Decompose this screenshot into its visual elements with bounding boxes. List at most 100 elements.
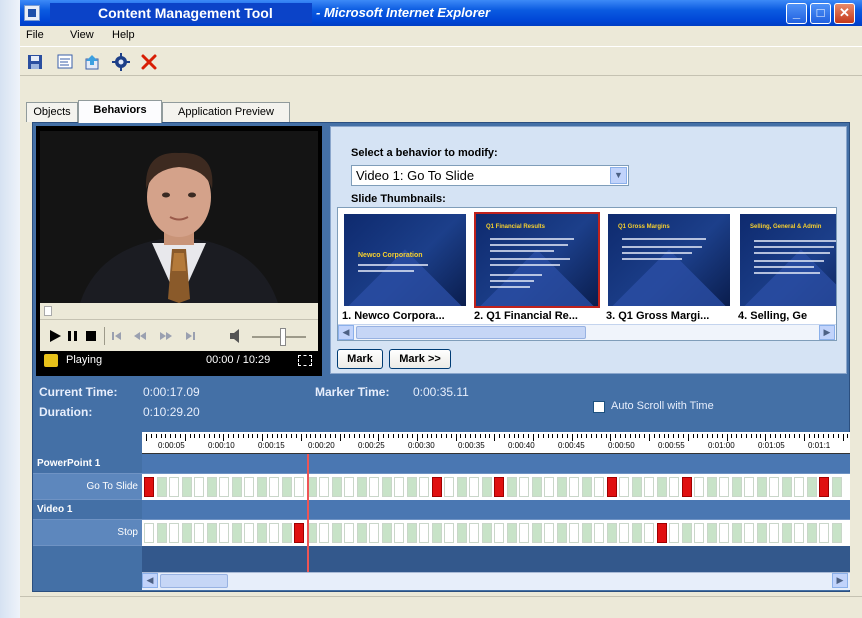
track-stop[interactable] bbox=[142, 520, 850, 546]
track-segment[interactable] bbox=[556, 477, 567, 497]
track-segment[interactable] bbox=[769, 477, 779, 497]
track-segment[interactable] bbox=[419, 523, 429, 543]
track-segment[interactable] bbox=[444, 477, 454, 497]
track-segment[interactable] bbox=[594, 477, 604, 497]
track-segment[interactable] bbox=[219, 477, 229, 497]
track-segment[interactable] bbox=[206, 477, 217, 497]
track-segment[interactable] bbox=[494, 523, 504, 543]
track-segment[interactable] bbox=[269, 477, 279, 497]
pause-icon[interactable] bbox=[66, 329, 80, 343]
scroll-thumb[interactable] bbox=[160, 574, 228, 588]
publish-icon[interactable] bbox=[84, 53, 102, 71]
track-segment[interactable] bbox=[669, 523, 679, 543]
chevron-down-icon[interactable]: ▼ bbox=[610, 167, 627, 184]
track-segment[interactable] bbox=[469, 477, 479, 497]
behavior-marker[interactable] bbox=[606, 477, 617, 497]
track-segment[interactable] bbox=[556, 523, 567, 543]
track-segment[interactable] bbox=[394, 477, 404, 497]
behavior-marker[interactable] bbox=[294, 523, 304, 543]
fullscreen-icon[interactable] bbox=[298, 355, 312, 366]
track-segment[interactable] bbox=[381, 477, 392, 497]
track-segment[interactable] bbox=[506, 523, 517, 543]
track-segment[interactable] bbox=[369, 477, 379, 497]
track-segment[interactable] bbox=[381, 523, 392, 543]
behavior-marker[interactable] bbox=[819, 477, 829, 497]
mark-button[interactable]: Mark bbox=[337, 349, 383, 369]
track-segment[interactable] bbox=[356, 523, 367, 543]
track-segment[interactable] bbox=[644, 477, 654, 497]
track-segment[interactable] bbox=[156, 477, 167, 497]
track-segment[interactable] bbox=[231, 477, 242, 497]
behavior-marker[interactable] bbox=[431, 477, 442, 497]
track-segment[interactable] bbox=[181, 477, 192, 497]
playhead-cursor[interactable] bbox=[307, 454, 309, 572]
track-segment[interactable] bbox=[706, 477, 717, 497]
track-segment[interactable] bbox=[506, 477, 517, 497]
track-segment[interactable] bbox=[694, 477, 704, 497]
track-segment[interactable] bbox=[619, 523, 629, 543]
maximize-button[interactable]: □ bbox=[810, 3, 831, 24]
track-segment[interactable] bbox=[181, 523, 192, 543]
track-segment[interactable] bbox=[481, 477, 492, 497]
settings-icon[interactable] bbox=[112, 53, 130, 71]
track-segment[interactable] bbox=[619, 477, 629, 497]
volume-icon[interactable] bbox=[228, 327, 244, 345]
menu-help[interactable]: Help bbox=[112, 29, 135, 41]
track-segment[interactable] bbox=[531, 523, 542, 543]
mark-next-button[interactable]: Mark >> bbox=[389, 349, 451, 369]
track-segment[interactable] bbox=[394, 523, 404, 543]
track-segment[interactable] bbox=[331, 477, 342, 497]
track-segment[interactable] bbox=[169, 477, 179, 497]
track-segment[interactable] bbox=[806, 523, 817, 543]
track-segment[interactable] bbox=[781, 523, 792, 543]
slide-thumbnail-1[interactable]: Newco Corporation bbox=[342, 212, 468, 308]
menu-file[interactable]: File bbox=[26, 29, 44, 41]
track-segment[interactable] bbox=[681, 523, 692, 543]
track-segment[interactable] bbox=[331, 523, 342, 543]
track-segment[interactable] bbox=[831, 477, 842, 497]
slide-thumbnail-4[interactable]: Selling, General & Admin bbox=[738, 212, 836, 308]
track-segment[interactable] bbox=[481, 523, 492, 543]
save-icon[interactable] bbox=[26, 53, 44, 71]
track-segment[interactable] bbox=[219, 523, 229, 543]
track-segment[interactable] bbox=[719, 477, 729, 497]
track-segment[interactable] bbox=[631, 477, 642, 497]
minimize-button[interactable]: _ bbox=[786, 3, 807, 24]
track-segment[interactable] bbox=[456, 523, 467, 543]
track-segment[interactable] bbox=[694, 523, 704, 543]
autoscroll-checkbox[interactable] bbox=[593, 401, 605, 413]
track-segment[interactable] bbox=[144, 523, 154, 543]
track-segment[interactable] bbox=[831, 523, 842, 543]
track-segment[interactable] bbox=[731, 523, 742, 543]
track-segment[interactable] bbox=[631, 523, 642, 543]
track-segment[interactable] bbox=[581, 523, 592, 543]
scroll-right-icon[interactable]: ▶ bbox=[832, 573, 848, 588]
tab-objects[interactable]: Objects bbox=[26, 102, 78, 122]
track-segment[interactable] bbox=[719, 523, 729, 543]
track-segment[interactable] bbox=[581, 477, 592, 497]
scroll-left-icon[interactable]: ◀ bbox=[338, 325, 354, 340]
track-segment[interactable] bbox=[444, 523, 454, 543]
behavior-marker[interactable] bbox=[656, 523, 667, 543]
track-goto-slide[interactable] bbox=[142, 474, 850, 500]
scroll-right-icon[interactable]: ▶ bbox=[819, 325, 835, 340]
thumbnail-scrollbar[interactable]: ◀ ▶ bbox=[338, 324, 836, 340]
track-segment[interactable] bbox=[569, 523, 579, 543]
track-segment[interactable] bbox=[544, 477, 554, 497]
timeline-scrollbar[interactable]: ◀ ▶ bbox=[142, 572, 850, 590]
scroll-thumb[interactable] bbox=[356, 326, 586, 339]
delete-icon[interactable] bbox=[140, 53, 158, 71]
seek-slider[interactable] bbox=[44, 306, 52, 316]
track-segment[interactable] bbox=[456, 477, 467, 497]
track-segment[interactable] bbox=[744, 523, 754, 543]
track-segment[interactable] bbox=[756, 523, 767, 543]
track-segment[interactable] bbox=[369, 523, 379, 543]
track-segment[interactable] bbox=[269, 523, 279, 543]
track-segment[interactable] bbox=[806, 477, 817, 497]
track-segment[interactable] bbox=[756, 477, 767, 497]
track-segment[interactable] bbox=[244, 523, 254, 543]
track-segment[interactable] bbox=[431, 523, 442, 543]
slide-thumbnail-2[interactable]: Q1 Financial Results bbox=[474, 212, 600, 308]
volume-slider[interactable] bbox=[280, 328, 286, 346]
track-segment[interactable] bbox=[469, 523, 479, 543]
